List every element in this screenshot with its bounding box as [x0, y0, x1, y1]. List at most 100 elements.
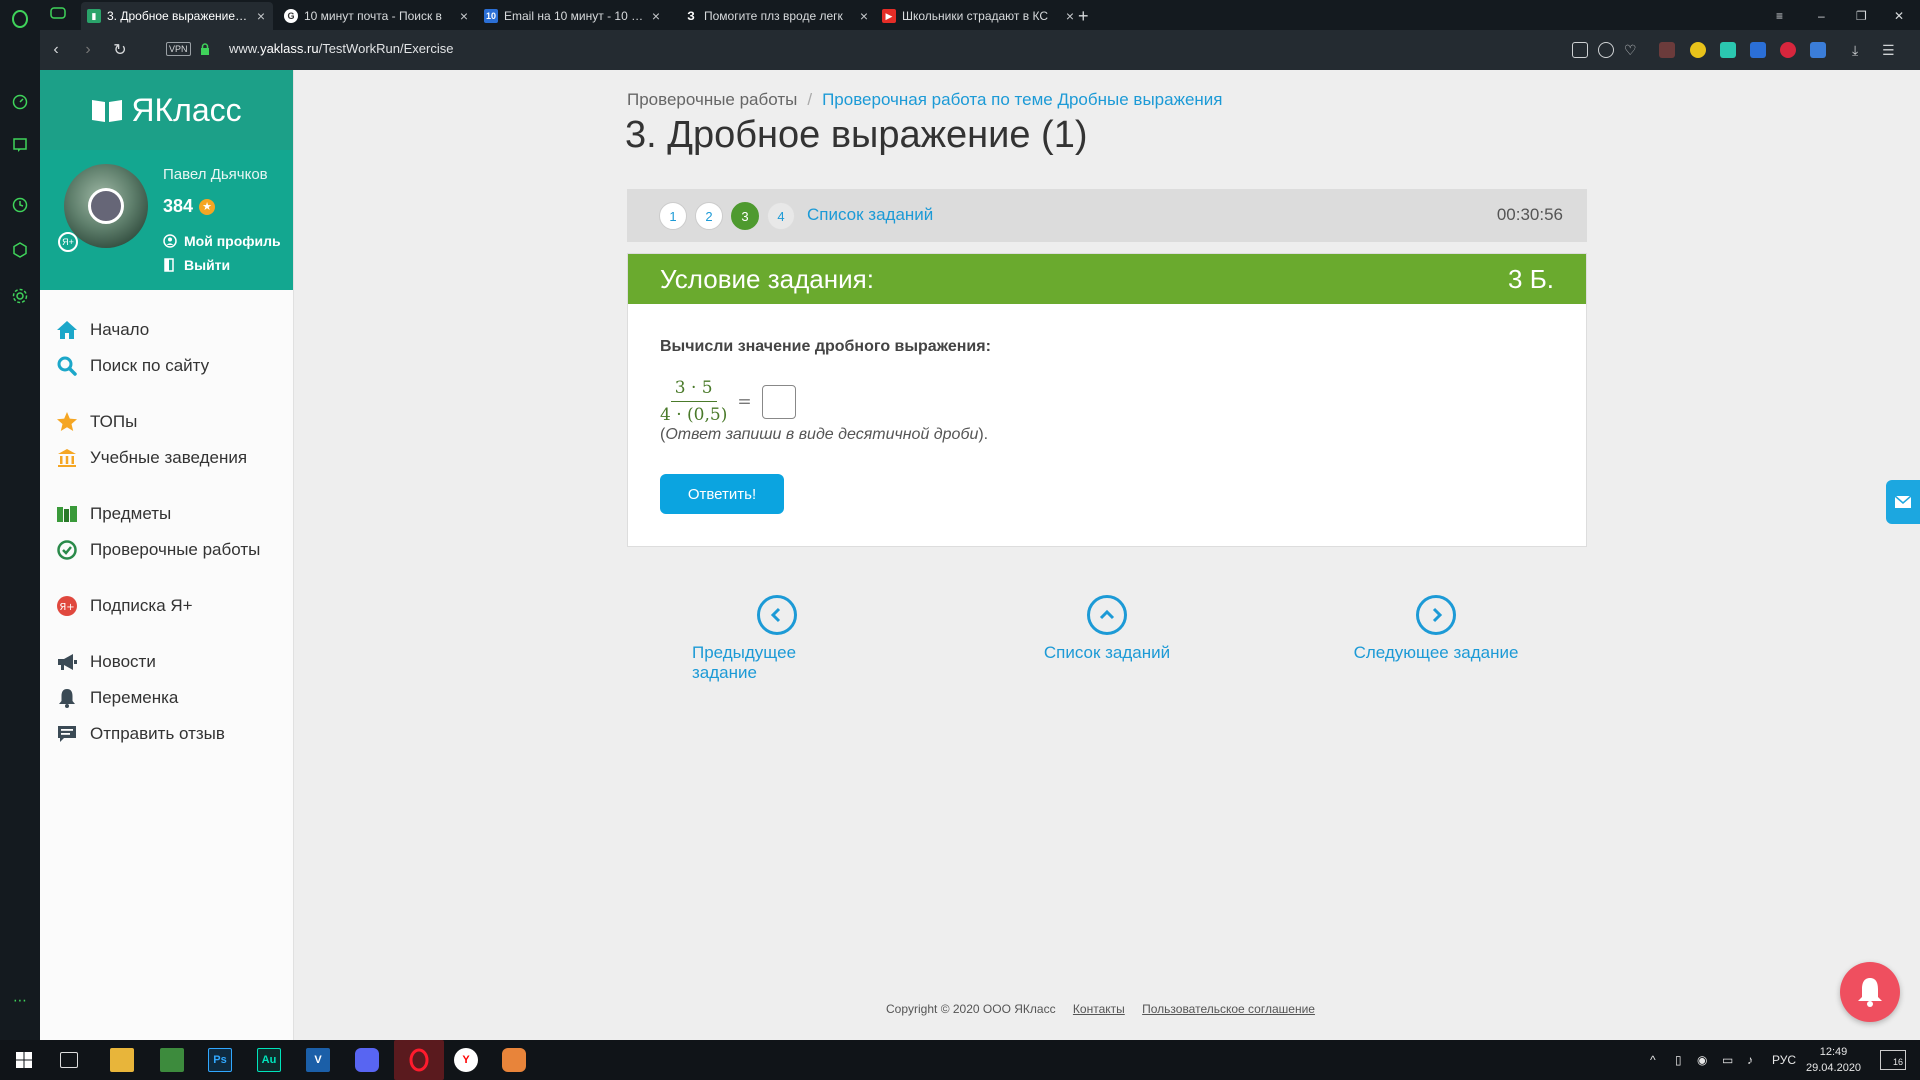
lock-icon[interactable]: [200, 42, 210, 60]
sidebar-item-tests[interactable]: Проверочные работы: [40, 532, 293, 568]
restore-icon[interactable]: ❐: [1850, 2, 1870, 30]
photoshop-icon[interactable]: Ps: [208, 1048, 232, 1072]
avatar[interactable]: [64, 164, 148, 248]
extensions-icon[interactable]: [10, 240, 30, 260]
vegas-icon[interactable]: V: [306, 1048, 330, 1072]
tray-steam-icon[interactable]: ◉: [1697, 1053, 1707, 1067]
sidebar-item-schools[interactable]: Учебные заведения: [40, 440, 293, 476]
step-4[interactable]: 4: [767, 202, 795, 230]
close-tab-icon[interactable]: ×: [458, 8, 470, 24]
more-icon[interactable]: ⋯: [10, 990, 30, 1010]
tab-email[interactable]: 10 Email на 10 минут - 10 ми ×: [478, 2, 668, 30]
adblock-icon[interactable]: [1598, 42, 1614, 58]
heart-icon[interactable]: ♡: [1624, 42, 1640, 58]
tray-expand-icon[interactable]: ^: [1650, 1053, 1656, 1067]
feedback-mail-button[interactable]: [1886, 480, 1920, 524]
workspace-icon[interactable]: [50, 6, 66, 25]
opera-taskbar-icon[interactable]: [394, 1040, 444, 1080]
tab-menu-icon[interactable]: ≡: [1770, 2, 1790, 30]
address-field[interactable]: www.yaklass.ru/TestWorkRun/Exercise: [229, 41, 453, 56]
audition-icon[interactable]: Au: [257, 1048, 281, 1072]
sidebar-item-subjects[interactable]: Предметы: [40, 496, 293, 532]
new-tab-button[interactable]: +: [1072, 2, 1098, 30]
task-list-button[interactable]: Список заданий: [1027, 595, 1187, 663]
extension-2-icon[interactable]: [1690, 42, 1706, 58]
tab-znanija[interactable]: З Помогите плз вроде легк ×: [678, 2, 876, 30]
language-indicator[interactable]: РУС: [1772, 1053, 1796, 1067]
site-footer: Copyright © 2020 ООО ЯКласс Контакты Пол…: [886, 1002, 1315, 1016]
answer-input[interactable]: [761, 384, 796, 419]
sidebar-item-search[interactable]: Поиск по сайту: [40, 348, 293, 384]
minimize-icon[interactable]: –: [1812, 2, 1832, 30]
system-clock[interactable]: 12:49 29.04.2020: [1806, 1044, 1861, 1076]
tray-volume-icon[interactable]: ♪: [1747, 1053, 1753, 1067]
condition-header: Условие задания: 3 Б.: [628, 254, 1586, 304]
easy-setup-icon[interactable]: ☰: [1882, 42, 1898, 58]
step-2[interactable]: 2: [695, 202, 723, 230]
ya-plus-icon: Я+: [56, 595, 78, 617]
step-1[interactable]: 1: [659, 202, 687, 230]
history-icon[interactable]: [10, 195, 30, 215]
user-name[interactable]: Павел Дьячков: [163, 166, 268, 183]
vpn-badge[interactable]: VPN: [166, 42, 191, 56]
fraction-numerator: 3 · 5: [670, 378, 717, 402]
notifications-bell-button[interactable]: [1840, 962, 1900, 1022]
minecraft-icon[interactable]: [160, 1048, 184, 1072]
tab-search[interactable]: G 10 минут почта - Поиск в ×: [278, 2, 476, 30]
comment-icon: [56, 723, 78, 745]
logout-link[interactable]: Выйти: [163, 257, 230, 273]
browser-address-bar: ‹ › ↻ VPN www.yaklass.ru/TestWorkRun/Exe…: [40, 30, 1920, 70]
close-tab-icon[interactable]: ×: [858, 8, 870, 24]
sidebar-item-feedback[interactable]: Отправить отзыв: [40, 716, 293, 752]
snapshot-icon[interactable]: [1572, 42, 1588, 58]
next-task-button[interactable]: Следующее задание: [1352, 595, 1520, 663]
sidebar-item-subscription[interactable]: Я+ Подписка Я+: [40, 588, 293, 624]
settings-gear-icon[interactable]: [10, 286, 30, 306]
opera-logo-icon[interactable]: [10, 9, 30, 29]
tray-usb-icon[interactable]: ▯: [1675, 1053, 1682, 1067]
windows-start-icon[interactable]: [12, 1048, 36, 1072]
sidebar-item-news[interactable]: Новости: [40, 644, 293, 680]
forward-icon[interactable]: ›: [78, 40, 98, 60]
close-tab-icon[interactable]: ×: [650, 8, 662, 24]
tasks-list-link[interactable]: Список заданий: [807, 205, 933, 225]
close-tab-icon[interactable]: ×: [255, 8, 267, 24]
tab-youtube[interactable]: ▶ Школьники страдают в КС ×: [876, 2, 1082, 30]
discord-icon[interactable]: [355, 1048, 379, 1072]
extension-3-icon[interactable]: [1720, 42, 1736, 58]
back-icon[interactable]: ‹: [46, 40, 66, 60]
previous-task-button[interactable]: Предыдущее задание: [692, 595, 862, 683]
user-agreement-link[interactable]: Пользовательское соглашение: [1142, 1002, 1315, 1016]
sidebar-item-home[interactable]: Начало: [40, 312, 293, 348]
breadcrumb: Проверочные работы / Проверочная работа по…: [627, 90, 1222, 110]
notification-center-icon[interactable]: 16: [1880, 1050, 1906, 1070]
reload-icon[interactable]: ↻: [110, 40, 130, 60]
yandex-browser-icon[interactable]: Y: [454, 1048, 478, 1072]
app-icon[interactable]: [502, 1048, 526, 1072]
sidebar-item-tops[interactable]: ТОПы: [40, 404, 293, 440]
translate-icon[interactable]: [1810, 42, 1826, 58]
contacts-link[interactable]: Контакты: [1073, 1002, 1125, 1016]
window-close-icon[interactable]: ✕: [1888, 2, 1908, 30]
tab-yaklass[interactable]: ▮ 3. Дробное выражение (1 ×: [81, 2, 273, 30]
extension-5-icon[interactable]: [1780, 42, 1796, 58]
submit-answer-button[interactable]: Ответить!: [660, 474, 784, 514]
my-profile-link[interactable]: Мой профиль: [163, 233, 281, 249]
extension-1-icon[interactable]: [1659, 42, 1675, 58]
speed-dial-icon[interactable]: [10, 92, 30, 112]
task-steps-bar: 1 2 3 4 Список заданий 00:30:56: [627, 189, 1587, 242]
twitch-icon[interactable]: [10, 135, 30, 155]
step-3[interactable]: 3: [731, 202, 759, 230]
file-explorer-icon[interactable]: [110, 1048, 134, 1072]
tray-network-icon[interactable]: ▭: [1722, 1053, 1733, 1067]
download-icon[interactable]: ⤓: [1852, 42, 1868, 58]
breadcrumb-current[interactable]: Проверочная работа по теме Дробные выраж…: [822, 90, 1222, 109]
task-view-icon[interactable]: [60, 1052, 78, 1068]
ya-plus-badge-icon: Я+: [58, 232, 78, 252]
sidebar-item-break[interactable]: Переменка: [40, 680, 293, 716]
equals-sign: =: [737, 391, 752, 412]
extension-4-icon[interactable]: [1750, 42, 1766, 58]
breadcrumb-root[interactable]: Проверочные работы: [627, 90, 797, 109]
condition-score: 3 Б.: [1508, 263, 1554, 294]
site-logo[interactable]: ЯКласс: [40, 70, 293, 150]
